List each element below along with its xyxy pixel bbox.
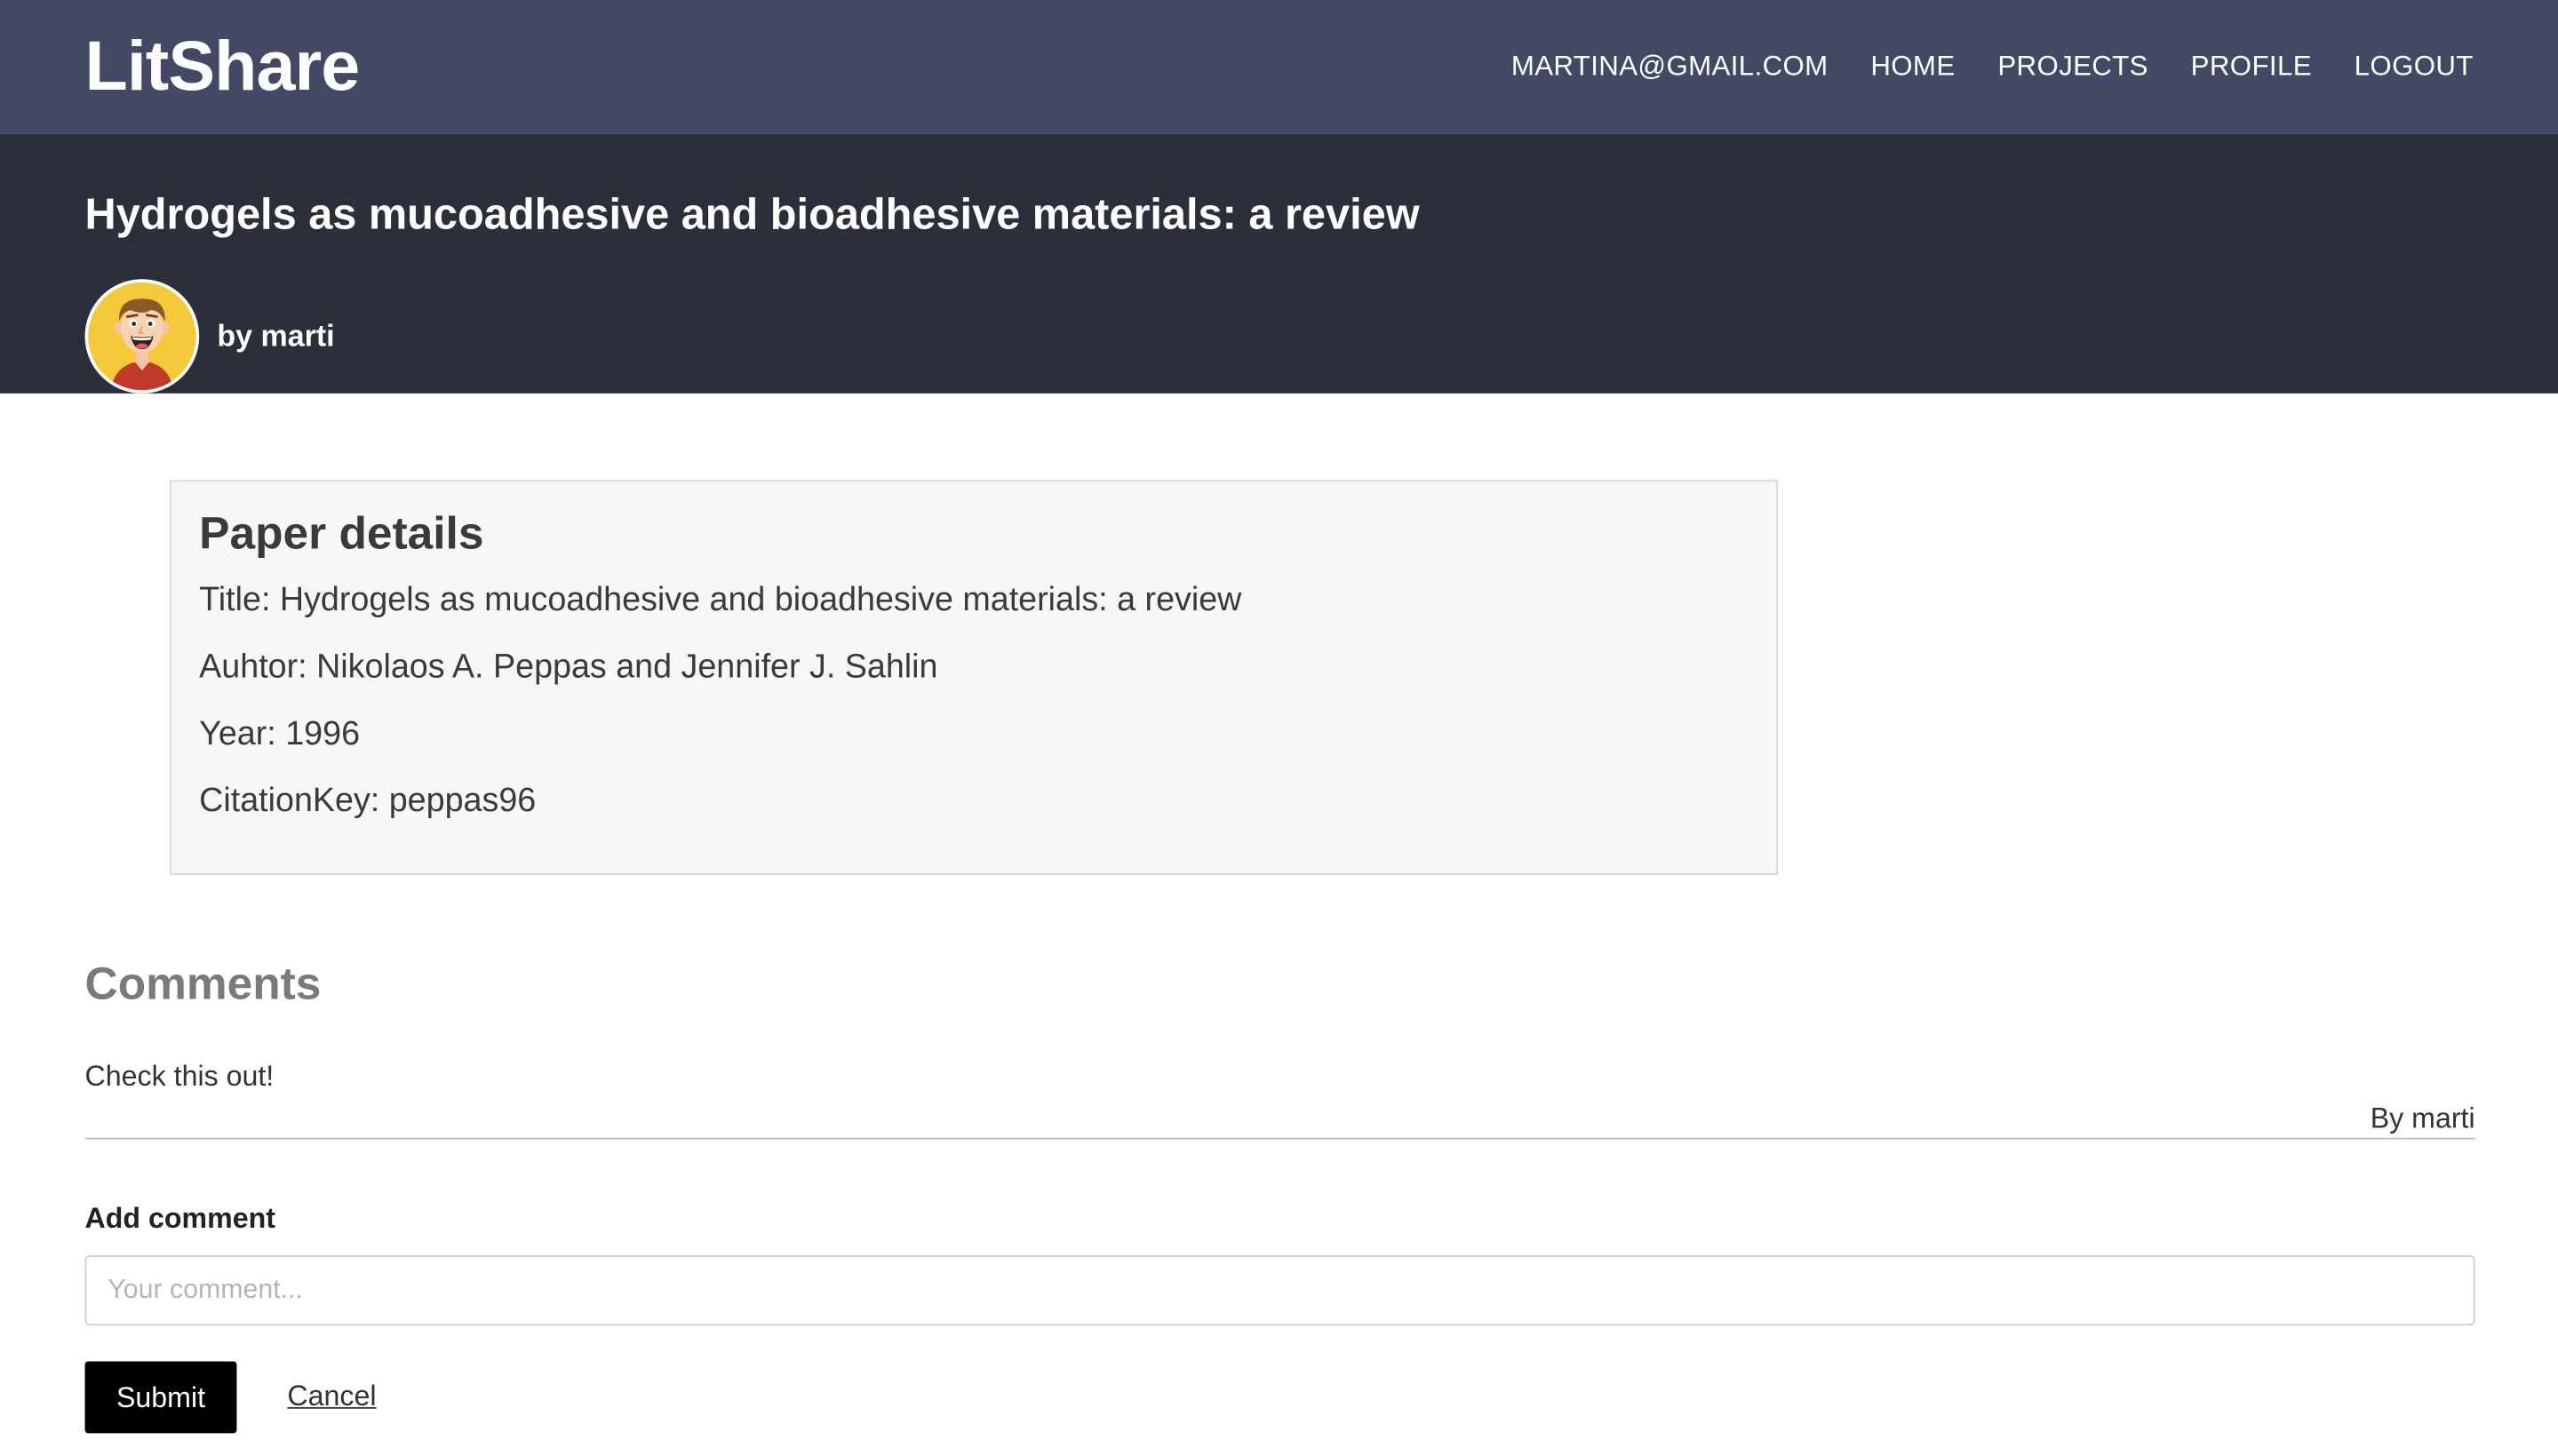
comment-author: By marti [2370, 1102, 2475, 1135]
add-comment-label: Add comment [84, 1201, 275, 1235]
cancel-link[interactable]: Cancel [287, 1380, 376, 1414]
comment-text: Check this out! [84, 1059, 275, 1093]
submit-button[interactable]: Submit [84, 1361, 237, 1434]
avatar-face-icon [88, 282, 196, 391]
detail-author: Auhtor: Nikolaos A. Peppas and Jennifer … [199, 648, 938, 686]
paper-details-heading: Paper details [199, 507, 484, 559]
nav-link-home[interactable]: HOME [1870, 51, 1955, 84]
byline: by marti [84, 279, 335, 394]
paper-title-heading: Hydrogels as mucoadhesive and bioadhesiv… [84, 189, 1420, 239]
detail-year: Year: 1996 [199, 714, 361, 753]
paper-header: Hydrogels as mucoadhesive and bioadhesiv… [0, 133, 2558, 394]
nav-links: MARTINA@GMAIL.COM HOME PROJECTS PROFILE … [1469, 51, 2474, 84]
nav-link-projects[interactable]: PROJECTS [1997, 51, 2148, 84]
detail-citation-key: CitationKey: peppas96 [199, 782, 537, 820]
app-root: LitShare MARTINA@GMAIL.COM HOME PROJECTS… [0, 0, 2558, 1456]
nav-link-user-email[interactable]: MARTINA@GMAIL.COM [1511, 51, 1829, 84]
comment-input[interactable] [84, 1255, 2475, 1326]
avatar [84, 279, 200, 394]
author-byline: by marti [217, 318, 335, 353]
comment-item: Check this out! By marti [84, 1054, 2475, 1140]
nav-link-logout[interactable]: LOGOUT [2355, 51, 2474, 84]
comments-heading: Comments [84, 958, 322, 1009]
paper-details-card: Paper details Title: Hydrogels as mucoad… [170, 480, 1779, 875]
detail-title: Title: Hydrogels as mucoadhesive and bio… [199, 581, 1242, 619]
top-navbar: LitShare MARTINA@GMAIL.COM HOME PROJECTS… [0, 0, 2558, 134]
brand-logo-link[interactable]: LitShare [85, 27, 361, 107]
nav-link-profile[interactable]: PROFILE [2191, 51, 2312, 84]
